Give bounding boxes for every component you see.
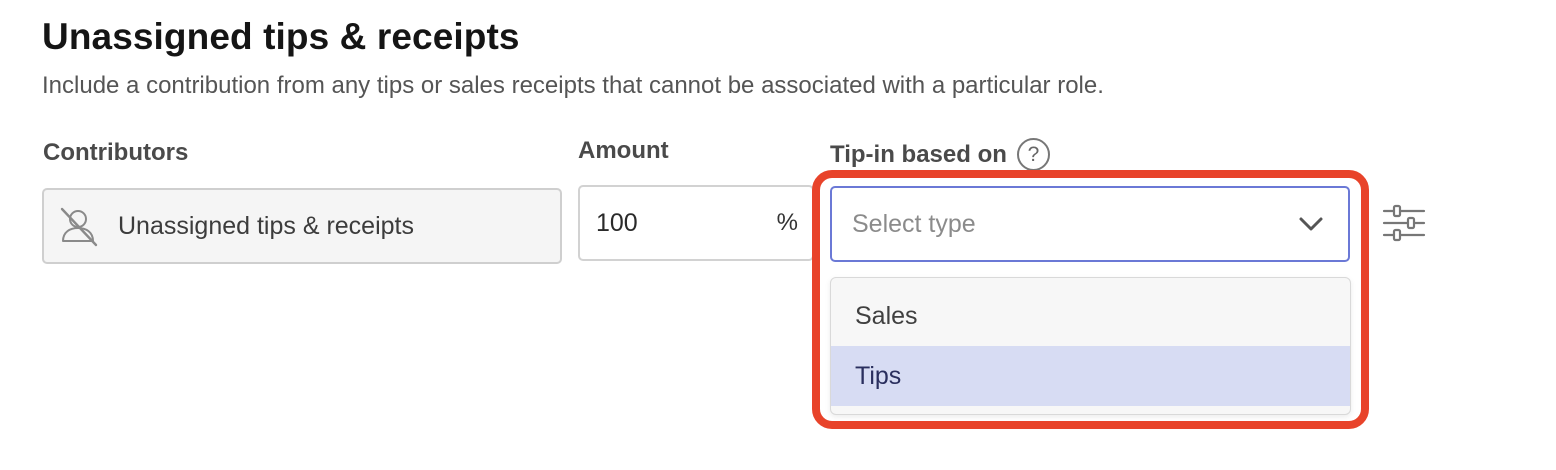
- amount-value[interactable]: 100: [596, 209, 638, 238]
- user-slash-icon: [60, 207, 98, 247]
- contributors-label: Contributors: [43, 139, 189, 166]
- contributor-field: Unassigned tips & receipts: [42, 188, 562, 264]
- tip-in-label: Tip-in based on: [830, 140, 1007, 168]
- section-title: Unassigned tips & receipts: [42, 16, 520, 57]
- tip-in-label-group: Tip-in based on ?: [830, 138, 1050, 171]
- amount-input[interactable]: 100 %: [578, 185, 814, 261]
- sliders-icon[interactable]: [1382, 203, 1426, 243]
- amount-label: Amount: [578, 137, 669, 164]
- contributor-name: Unassigned tips & receipts: [118, 211, 414, 240]
- highlight-annotation: [812, 170, 1369, 429]
- amount-unit: %: [776, 209, 798, 236]
- section-description: Include a contribution from any tips or …: [42, 72, 1104, 99]
- help-icon[interactable]: ?: [1016, 138, 1050, 171]
